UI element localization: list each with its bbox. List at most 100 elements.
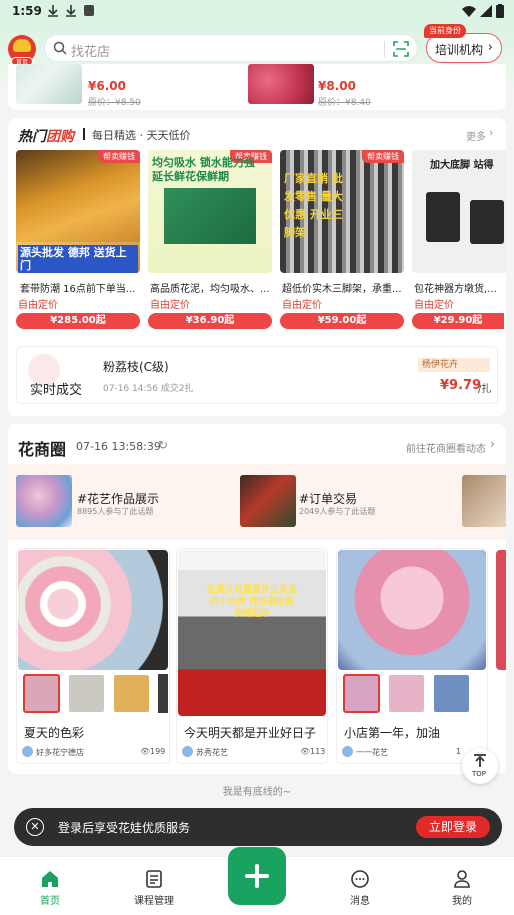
search-icon [53, 41, 67, 55]
notification-app-icon [84, 5, 94, 16]
login-toast: ✕ 登录后享受花娃优质服务 立即登录 [14, 808, 502, 846]
hot-deals-title-b: 团购 [46, 129, 74, 145]
post-thumb[interactable] [113, 674, 150, 713]
login-button[interactable]: 立即登录 [416, 816, 490, 838]
more-link[interactable]: 更多 [466, 128, 486, 143]
toast-text: 登录后享受花娃优质服务 [58, 821, 191, 835]
stand-shape [470, 200, 504, 244]
post-image-caption: 在吴江有需要开业花篮的小伙伴 找苏泰给你安排起来 [206, 585, 297, 619]
product-thumb[interactable] [248, 64, 314, 104]
goto-circle-link[interactable]: 前往花商圈看动态 [406, 440, 486, 455]
post-image [18, 550, 168, 670]
search-input[interactable]: 找花店 [44, 34, 418, 62]
chevron-right-icon: › [490, 437, 495, 451]
search-placeholder: 找花店 [71, 45, 111, 60]
deal-free-price: 自由定价 [414, 300, 454, 311]
scan-icon[interactable] [393, 41, 409, 57]
flower-circle-time: 07-16 13:58:39 [76, 440, 161, 453]
topic-name[interactable]: #订单交易 [299, 490, 357, 507]
arrow-up-icon [474, 754, 486, 767]
chevron-right-icon: › [487, 40, 493, 55]
post-thumb[interactable] [343, 674, 380, 713]
chevron-right-icon: › [489, 126, 494, 139]
deal-image[interactable]: 帮卖赚钱 厂家直销 批发零售 量大优惠 开业三脚架 [280, 150, 404, 273]
role-label: 培训机构 [435, 43, 484, 57]
deal-image-caption: 源头批发 德邦 送货上门 [18, 245, 138, 273]
sell-badge: 帮卖赚钱 [362, 150, 404, 163]
stand-shape [426, 192, 460, 242]
deal-free-price: 自由定价 [150, 300, 190, 311]
download-icon [48, 5, 58, 17]
signal-icon [480, 5, 492, 17]
post-thumb[interactable] [68, 674, 105, 713]
plus-icon [245, 864, 269, 888]
product-price: ¥6.00 [88, 79, 126, 93]
topic-image[interactable] [240, 475, 296, 527]
tab-home[interactable]: 首页 [10, 857, 90, 915]
battery-icon [496, 4, 504, 18]
deal-image[interactable]: 帮卖赚钱 均匀吸水 锁水能力强 延长鲜花保鲜期 [148, 150, 272, 273]
tab-label: 首页 [40, 896, 60, 907]
post-views: 1 [456, 747, 462, 756]
realtime-label: 实时成交 [30, 383, 83, 398]
deal-price[interactable]: ¥59.00起 [280, 313, 404, 329]
deal-title: 包花神器方墩货,... [414, 284, 497, 295]
post-image: 在吴江有需要开业花篮的小伙伴 找苏泰给你安排起来 [178, 550, 326, 716]
deal-title: 高品质花泥，均匀吸水、... [150, 284, 270, 295]
bottom-tab-bar: 首页 课程管理 消息 我的 [0, 847, 514, 915]
post-title: 今天明天都是开业好日子 [184, 726, 317, 740]
deal-image-caption: 均匀吸水 锁水能力强 延长鲜花保鲜期 [152, 156, 255, 183]
back-to-top-button[interactable]: TOP [462, 748, 498, 784]
tab-label: 我的 [452, 896, 472, 907]
post-thumb[interactable] [388, 674, 425, 713]
eye-icon: 👁 [300, 747, 311, 756]
deal-price[interactable]: ¥36.90起 [148, 313, 272, 329]
product-old-price: 原价：¥8.50 [88, 98, 141, 108]
realtime-price: ¥9.79 [440, 378, 482, 393]
post-thumb[interactable] [23, 674, 60, 713]
search-divider [384, 41, 385, 57]
deal-free-price: 自由定价 [282, 300, 322, 311]
post-thumb[interactable] [433, 674, 470, 713]
topic-name[interactable]: #花艺作品展示 [77, 490, 159, 507]
deal-price[interactable]: ¥29.90起 [412, 313, 504, 329]
home-icon [42, 871, 58, 887]
top-label: TOP [472, 770, 487, 778]
product-thumb[interactable] [16, 64, 82, 104]
sell-badge: 帮卖赚钱 [98, 150, 140, 163]
tab-label: 课程管理 [134, 896, 174, 907]
post-title: 夏天的色彩 [24, 726, 85, 740]
deal-price[interactable]: ¥285.00起 [16, 313, 140, 329]
refresh-icon[interactable]: ↻ [158, 438, 168, 452]
deal-image[interactable]: 加大底脚 站得 [412, 150, 506, 273]
role-badge: 当前身份 [424, 24, 466, 38]
tab-profile[interactable]: 我的 [422, 857, 502, 915]
realtime-unit: /扎 [478, 384, 492, 395]
user-icon [454, 870, 470, 888]
eye-icon: 👁 [140, 747, 151, 756]
post-author: 好多花宁德店 [36, 748, 84, 757]
tab-course-management[interactable]: 课程管理 [114, 857, 194, 915]
product-price: ¥8.00 [318, 79, 356, 93]
deal-image[interactable]: 帮卖赚钱 源头批发 德邦 送货上门 [16, 150, 140, 273]
realtime-deal-card[interactable] [16, 346, 498, 404]
avatar [22, 746, 33, 757]
topic-image[interactable] [462, 475, 506, 527]
publish-button[interactable] [228, 847, 286, 905]
seller-tag: 杨伊花卉 [418, 358, 490, 372]
product-old-price: 原价：¥8.40 [318, 98, 371, 108]
topic-count: 8895人参与了此话题 [77, 507, 154, 516]
end-of-list-note: 我是有底线的~ [222, 787, 292, 798]
deal-image-caption: 厂家直销 批发零售 量大优惠 开业三脚架 [284, 172, 343, 239]
tab-messages[interactable]: 消息 [320, 857, 400, 915]
document-icon [146, 870, 162, 888]
deal-title: 超低价实木三脚架，承重... [282, 284, 402, 295]
topic-image[interactable] [16, 475, 72, 527]
post-image[interactable] [496, 550, 506, 670]
app-logo[interactable]: 首页 [8, 35, 36, 66]
hot-deals-subtitle: 每日精选 · 天天低价 [92, 129, 191, 142]
post-thumb[interactable] [158, 674, 168, 713]
avatar [342, 746, 353, 757]
realtime-meta: 07-16 14:56 成交2扎 [103, 384, 194, 394]
close-icon[interactable]: ✕ [26, 818, 44, 836]
